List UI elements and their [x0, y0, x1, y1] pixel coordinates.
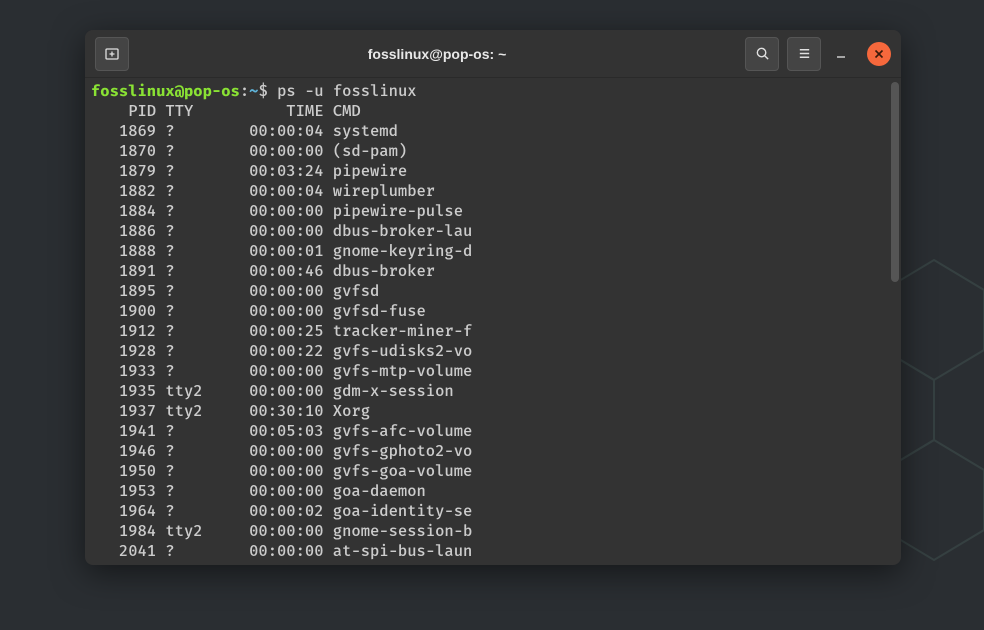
close-icon — [874, 49, 884, 59]
terminal-window: fosslinux@pop-os: ~ — [85, 30, 901, 565]
hamburger-icon — [797, 46, 812, 61]
output-row: 1884 ? 00:00:00 pipewire-pulse — [91, 202, 895, 222]
output-row: 1950 ? 00:00:00 gvfs-goa-volume — [91, 462, 895, 482]
close-button[interactable] — [867, 42, 891, 66]
scrollbar-thumb[interactable] — [891, 82, 899, 282]
output-rows-container: 1869 ? 00:00:04 systemd 1870 ? 00:00:00 … — [91, 122, 895, 562]
titlebar-right — [745, 37, 891, 71]
new-tab-icon — [104, 46, 120, 62]
output-row: 1933 ? 00:00:00 gvfs-mtp-volume — [91, 362, 895, 382]
titlebar-left — [95, 37, 129, 71]
output-row: 2041 ? 00:00:00 at-spi-bus-laun — [91, 542, 895, 562]
prompt-symbol: $ — [258, 83, 267, 101]
menu-button[interactable] — [787, 37, 821, 71]
output-row: 1937 tty2 00:30:10 Xorg — [91, 402, 895, 422]
search-button[interactable] — [745, 37, 779, 71]
new-tab-button[interactable] — [95, 37, 129, 71]
output-row: 1869 ? 00:00:04 systemd — [91, 122, 895, 142]
prompt-colon: : — [240, 83, 249, 101]
output-row: 1928 ? 00:00:22 gvfs-udisks2-vo — [91, 342, 895, 362]
titlebar: fosslinux@pop-os: ~ — [85, 30, 901, 78]
output-row: 1946 ? 00:00:00 gvfs-gphoto2-vo — [91, 442, 895, 462]
output-row: 1882 ? 00:00:04 wireplumber — [91, 182, 895, 202]
command-text: ps -u fosslinux — [277, 83, 417, 101]
output-row: 1984 tty2 00:00:00 gnome-session-b — [91, 522, 895, 542]
output-row: 1895 ? 00:00:00 gvfsd — [91, 282, 895, 302]
terminal-body[interactable]: fosslinux@pop-os:~$ ps -u fosslinux PID … — [85, 78, 901, 565]
output-row: 1870 ? 00:00:00 (sd-pam) — [91, 142, 895, 162]
output-row: 1886 ? 00:00:00 dbus-broker-lau — [91, 222, 895, 242]
output-row: 1888 ? 00:00:01 gnome-keyring-d — [91, 242, 895, 262]
output-row: 1900 ? 00:00:00 gvfsd-fuse — [91, 302, 895, 322]
prompt-user-host: fosslinux@pop-os — [91, 83, 240, 101]
minimize-icon — [835, 48, 847, 60]
output-header: PID TTY TIME CMD — [91, 102, 895, 122]
window-title: fosslinux@pop-os: ~ — [129, 46, 745, 62]
scrollbar[interactable] — [891, 82, 899, 561]
search-icon — [755, 46, 770, 61]
output-row: 1941 ? 00:05:03 gvfs-afc-volume — [91, 422, 895, 442]
output-row: 1879 ? 00:03:24 pipewire — [91, 162, 895, 182]
output-row: 1912 ? 00:00:25 tracker-miner-f — [91, 322, 895, 342]
output-row: 1935 tty2 00:00:00 gdm-x-session — [91, 382, 895, 402]
output-row: 1953 ? 00:00:00 goa-daemon — [91, 482, 895, 502]
minimize-button[interactable] — [829, 42, 853, 66]
output-row: 1891 ? 00:00:46 dbus-broker — [91, 262, 895, 282]
prompt-line: fosslinux@pop-os:~$ ps -u fosslinux — [91, 82, 895, 102]
output-row: 1964 ? 00:00:02 goa-identity-se — [91, 502, 895, 522]
